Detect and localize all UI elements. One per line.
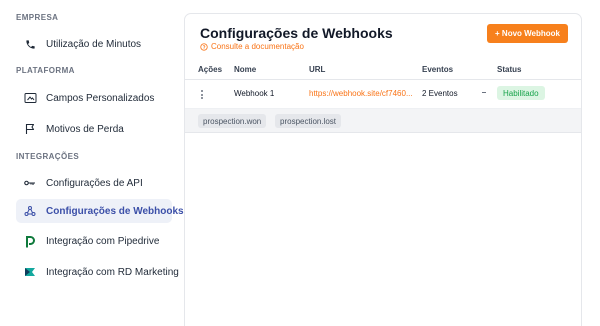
table-header: Ações Nome URL Eventos Status: [185, 62, 581, 80]
event-tag: prospection.lost: [275, 114, 342, 128]
key-icon: [23, 176, 37, 190]
sidebar-item-webhooks[interactable]: Configurações de Webhooks: [16, 199, 184, 223]
event-tag: prospection.won: [198, 114, 267, 128]
page-title: Configurações de Webhooks: [200, 25, 393, 41]
webhook-icon: [23, 204, 37, 218]
webhook-events-count: 2 Eventos: [422, 89, 458, 98]
sidebar-item-minutes-usage[interactable]: Utilização de Minutos: [16, 32, 172, 56]
separator-dash: [482, 92, 486, 93]
pipedrive-logo-icon: [23, 234, 37, 248]
phone-icon: [23, 37, 37, 51]
new-webhook-button[interactable]: + Novo Webhook: [487, 24, 568, 43]
more-actions-icon[interactable]: [201, 90, 204, 99]
column-header-status: Status: [497, 65, 522, 74]
sidebar-item-pipedrive[interactable]: Integração com Pipedrive: [16, 229, 172, 253]
sidebar-item-loss-reasons[interactable]: Motivos de Perda: [16, 117, 172, 141]
section-title-integracoes: INTEGRAÇÕES: [16, 152, 80, 161]
section-title-empresa: EMPRESA: [16, 13, 59, 22]
status-badge: Habilitado: [497, 86, 545, 100]
rd-station-logo-icon: [23, 265, 37, 279]
sidebar-item-label: Integração com Pipedrive: [46, 235, 160, 247]
event-tags-row: prospection.won prospection.lost: [185, 109, 581, 133]
sidebar-item-api-settings[interactable]: Configurações de API: [16, 171, 172, 195]
webhook-url[interactable]: https://webhook.site/cf7460...: [309, 89, 413, 98]
column-header-events: Eventos: [422, 65, 454, 74]
sidebar-item-rd-marketing[interactable]: Integração com RD Marketing: [16, 260, 179, 284]
help-circle-icon: [200, 42, 208, 51]
flag-icon: [23, 122, 37, 136]
table-row[interactable]: Webhook 1 https://webhook.site/cf7460...…: [185, 80, 581, 109]
documentation-link[interactable]: Consulte a documentação: [200, 42, 304, 51]
webhook-name: Webhook 1: [234, 89, 275, 98]
settings-sidebar: EMPRESA Utilização de Minutos PLATAFORMA…: [0, 0, 184, 326]
sidebar-item-label: Configurações de Webhooks: [46, 205, 184, 217]
sidebar-item-label: Motivos de Perda: [46, 123, 124, 135]
documentation-link-label: Consulte a documentação: [211, 42, 304, 51]
sidebar-item-label: Campos Personalizados: [46, 92, 155, 104]
sidebar-item-label: Utilização de Minutos: [46, 38, 142, 50]
sidebar-item-custom-fields[interactable]: Campos Personalizados: [16, 86, 172, 110]
webhooks-panel: Configurações de Webhooks Consulte a doc…: [184, 13, 582, 326]
column-header-actions: Ações: [198, 65, 223, 74]
column-header-url: URL: [309, 65, 326, 74]
custom-fields-icon: [23, 91, 37, 105]
section-title-plataforma: PLATAFORMA: [16, 66, 75, 75]
sidebar-item-label: Configurações de API: [46, 177, 143, 189]
sidebar-item-label: Integração com RD Marketing: [46, 266, 179, 278]
column-header-name: Nome: [234, 65, 257, 74]
